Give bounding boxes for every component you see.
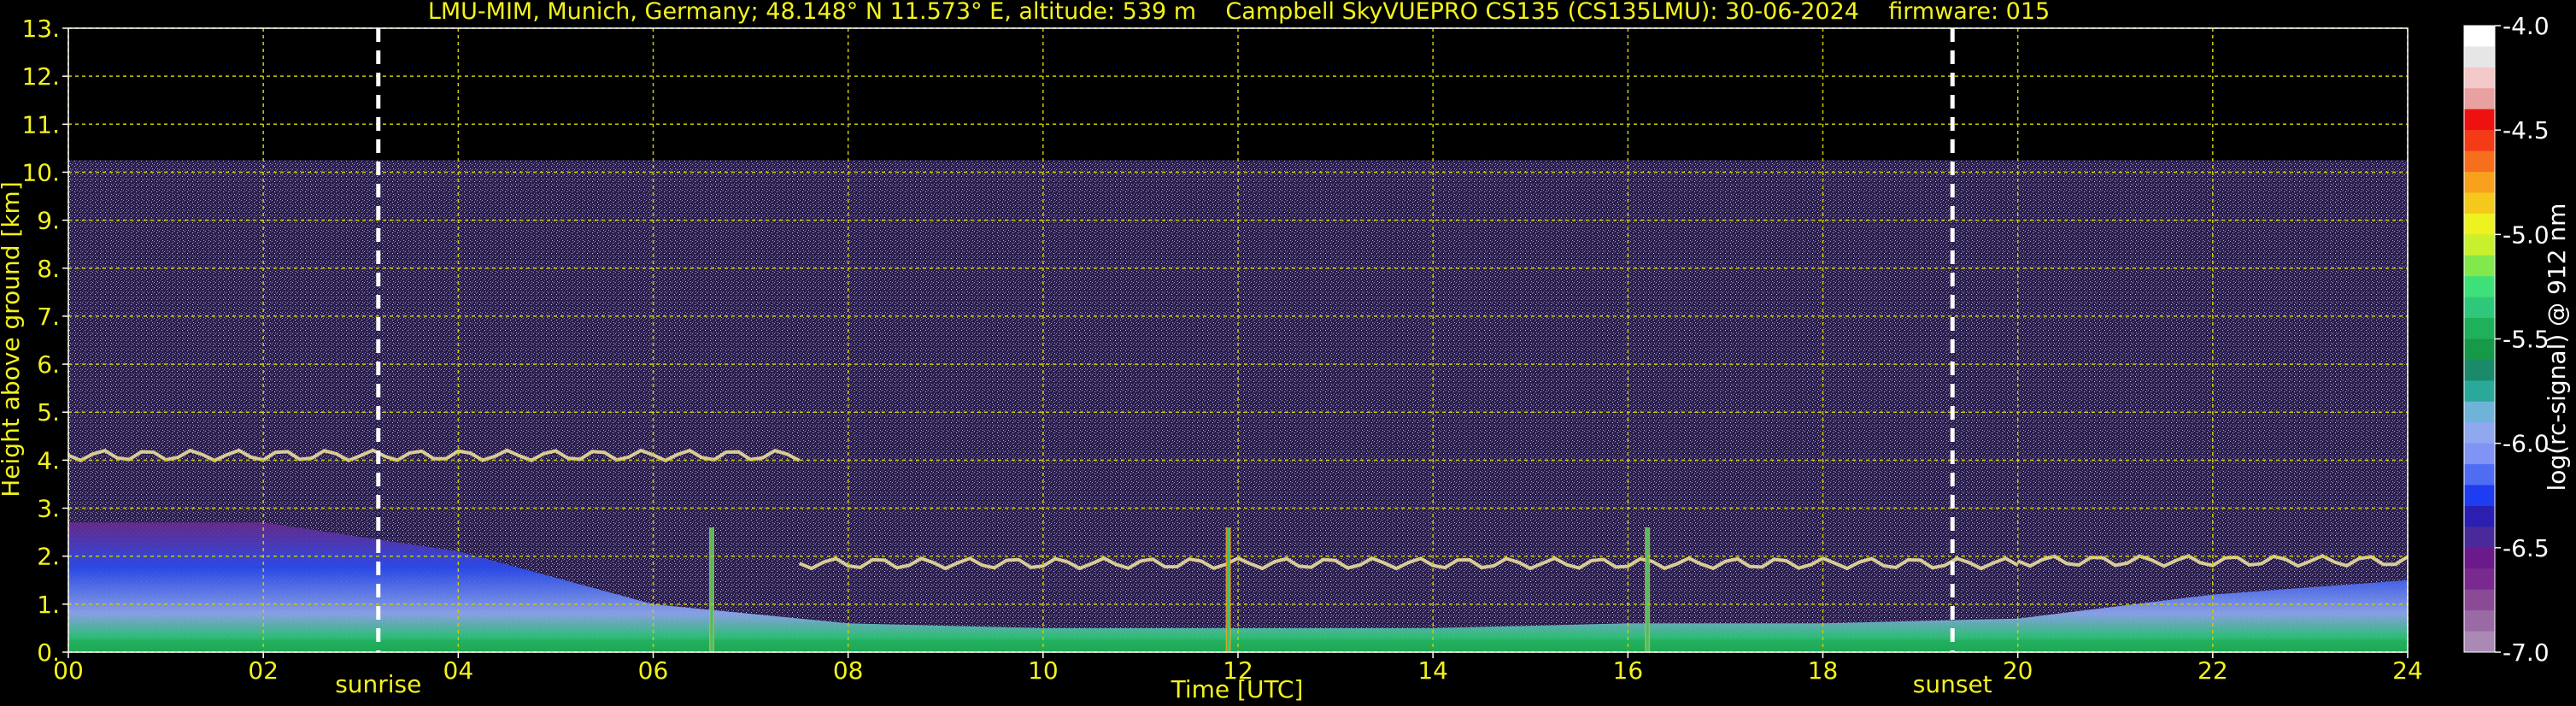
- colorbar-swatch: [2464, 631, 2495, 653]
- colorbar-swatch: [2464, 610, 2495, 632]
- colorbar-swatch: [2464, 589, 2495, 611]
- x-tick-label: 08: [833, 656, 864, 685]
- colorbar-tick-label: -4.0: [2503, 12, 2550, 40]
- lidar-ceilometer-chart: 00 02 04 06 08 10 12 14 16 18 20 22 240.1.2.3.4.5.6.…: [0, 0, 2571, 703]
- colorbar-swatch: [2464, 318, 2495, 339]
- colorbar-swatch: [2464, 338, 2495, 361]
- x-tick-label: 16: [1613, 656, 1644, 685]
- y-tick-label: 11.: [21, 110, 60, 138]
- y-tick-label: 1.: [37, 591, 60, 619]
- colorbar-swatch: [2464, 46, 2495, 68]
- colorbar-swatch: [2464, 213, 2495, 235]
- colorbar-swatch: [2464, 505, 2495, 527]
- colorbar-swatch: [2464, 359, 2495, 381]
- x-tick-label: 10: [1028, 656, 1059, 685]
- y-tick-label: 5.: [37, 398, 60, 427]
- colorbar-swatch: [2464, 88, 2495, 110]
- x-tick-label: 02: [248, 656, 279, 685]
- colorbar-swatch: [2464, 547, 2495, 569]
- x-tick-label: 04: [443, 656, 474, 685]
- x-tick-label: 20: [2003, 656, 2033, 685]
- colorbar-tick-label: -4.5: [2503, 116, 2550, 144]
- y-tick-label: 4.: [37, 446, 60, 474]
- y-axis-label: Height above ground [km]: [0, 181, 25, 497]
- colorbar-swatch: [2464, 443, 2495, 465]
- colorbar-swatch: [2464, 401, 2495, 423]
- x-tick-label: 14: [1417, 656, 1448, 685]
- y-tick-label: 7.: [37, 303, 60, 331]
- colorbar: -4.0-4.5-5.0-5.5-6.0-6.5-7.0: [2463, 12, 2550, 667]
- x-axis-label: Time [UTC]: [1171, 675, 1304, 703]
- colorbar-swatch: [2464, 276, 2495, 298]
- colorbar-swatch: [2464, 297, 2495, 319]
- x-tick-label: 06: [638, 656, 669, 685]
- y-tick-label: 0.: [37, 638, 60, 667]
- y-tick-label: 8.: [37, 255, 60, 283]
- colorbar-swatch: [2464, 109, 2495, 131]
- x-tick-label: 18: [1808, 656, 1839, 685]
- colorbar-swatch: [2464, 67, 2495, 89]
- colorbar-swatch: [2464, 255, 2495, 277]
- colorbar-tick-label: -7.0: [2503, 638, 2550, 667]
- colorbar-swatch: [2464, 234, 2495, 256]
- colorbar-swatch: [2464, 527, 2495, 549]
- x-tick-label: 24: [2392, 656, 2423, 685]
- y-tick-label: 12.: [21, 62, 60, 91]
- y-tick-label: 2.: [37, 543, 60, 571]
- y-tick-label: 3.: [37, 495, 60, 523]
- colorbar-tick-label: -6.5: [2503, 534, 2550, 562]
- chart-title: LMU-MIM, Munich, Germany; 48.148° N 11.5…: [428, 0, 2050, 25]
- colorbar-swatch: [2464, 150, 2495, 173]
- rain-streak-core: [710, 527, 713, 652]
- y-tick-label: 13.: [21, 15, 60, 43]
- colorbar-swatch: [2464, 422, 2495, 444]
- colorbar-swatch: [2464, 172, 2495, 193]
- colorbar-swatch: [2464, 485, 2495, 507]
- x-tick-label: 22: [2198, 656, 2228, 685]
- colorbar-label: log(rc-signal) @ 912 nm: [2543, 203, 2571, 491]
- y-tick-label: 6.: [37, 350, 60, 379]
- sunrise-label: sunrise: [335, 670, 421, 698]
- sunset-label: sunset: [1913, 670, 1992, 698]
- colorbar-swatch: [2464, 568, 2495, 591]
- colorbar-swatch: [2464, 380, 2495, 403]
- y-tick-label: 10.: [21, 158, 60, 186]
- colorbar-swatch: [2464, 464, 2495, 486]
- colorbar-swatch: [2464, 26, 2495, 47]
- rain-streak-core: [1646, 527, 1649, 652]
- colorbar-swatch: [2464, 130, 2495, 152]
- y-tick-label: 9.: [37, 207, 60, 235]
- colorbar-swatch: [2464, 192, 2495, 215]
- rain-streak-core: [1227, 527, 1230, 652]
